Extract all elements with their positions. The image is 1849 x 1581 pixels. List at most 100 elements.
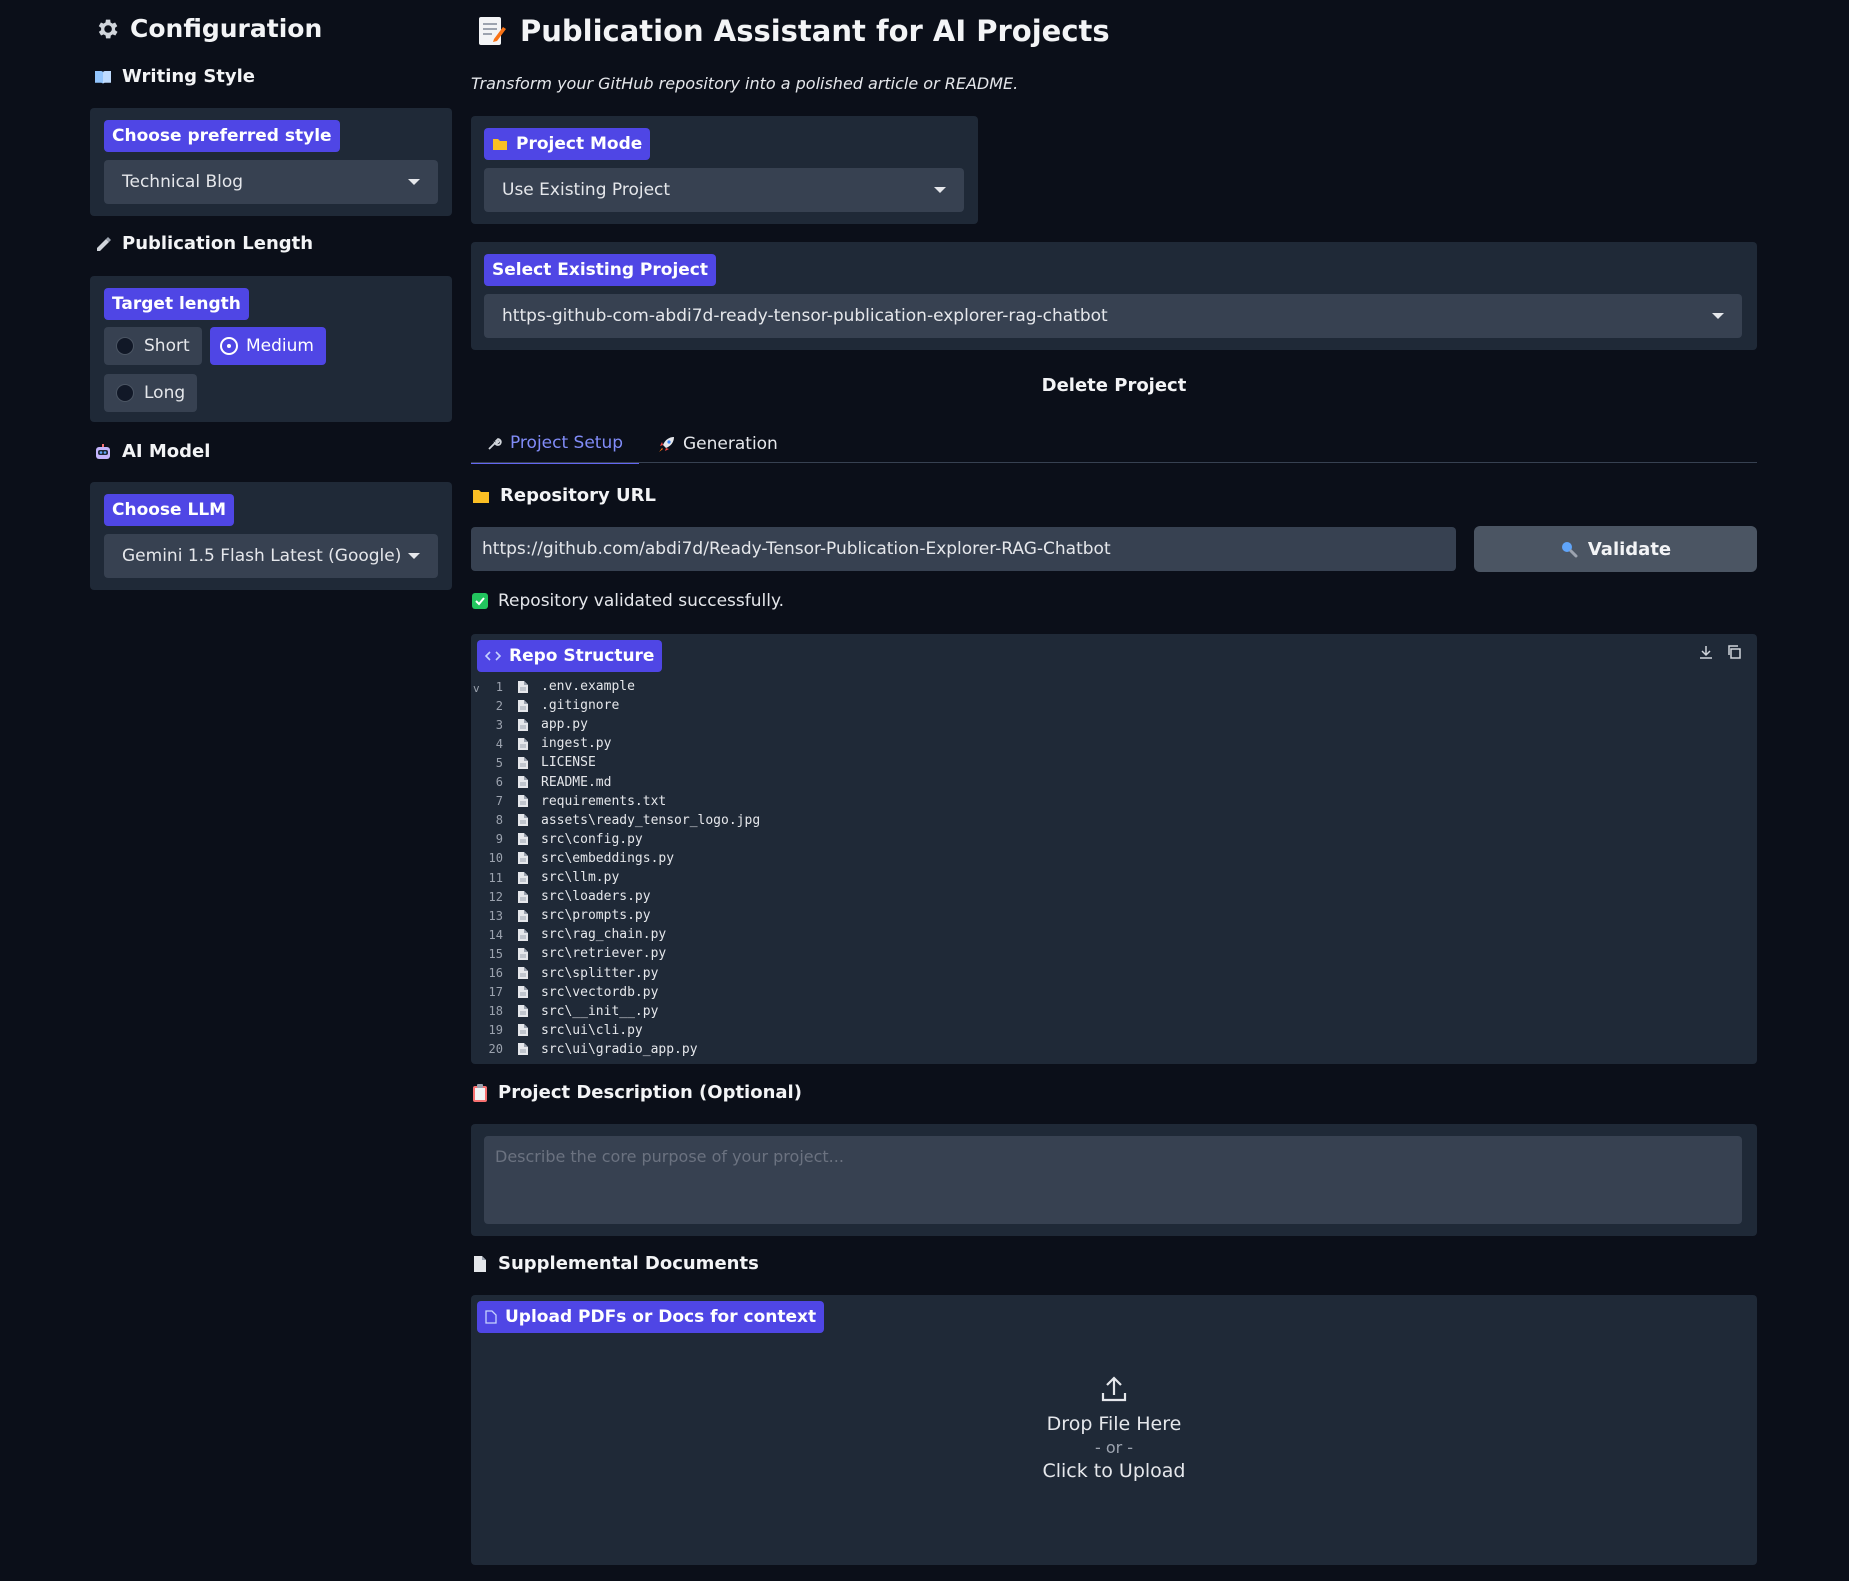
file-icon xyxy=(517,871,531,885)
code-line: 15 src\retriever.py xyxy=(471,944,667,963)
project-description-heading: Project Description (Optional) xyxy=(472,1082,802,1103)
file-path: src\ui\cli.py xyxy=(541,1022,643,1038)
existing-project-panel: Select Existing Project https-github-com… xyxy=(471,242,1757,350)
file-path: .env.example xyxy=(541,679,635,694)
supplemental-heading: Supplemental Documents xyxy=(472,1253,759,1274)
project-description-input[interactable] xyxy=(484,1136,1742,1224)
file-path: assets\ready_tensor_logo.jpg xyxy=(541,812,761,828)
file-path: src\prompts.py xyxy=(541,908,651,924)
code-line: 20 src\ui\gradio_app.py xyxy=(471,1040,698,1059)
file-icon xyxy=(517,851,531,865)
writing-style-value: Technical Blog xyxy=(122,172,244,192)
file-icon xyxy=(517,832,531,846)
project-mode-select[interactable]: Use Existing Project xyxy=(484,168,964,212)
tab-project-setup[interactable]: Project Setup xyxy=(471,424,639,464)
file-path: src\loaders.py xyxy=(541,889,651,905)
file-path: README.md xyxy=(541,774,612,790)
wrench-icon xyxy=(487,436,502,451)
download-icon[interactable] xyxy=(1698,644,1714,664)
line-number: 17 xyxy=(488,985,503,1000)
book-icon xyxy=(94,69,112,85)
file-path: src\rag_chain.py xyxy=(541,927,667,943)
writing-style-panel: Choose preferred style Technical Blog xyxy=(90,108,452,216)
tab-divider xyxy=(471,462,1757,463)
line-number: 16 xyxy=(488,966,503,980)
code-line: 3 app.py xyxy=(471,715,588,734)
file-path: src\vectordb.py xyxy=(541,984,659,1000)
drop-text: Drop File Here xyxy=(1046,1413,1182,1435)
code-line: 7 requirements.txt xyxy=(471,792,666,811)
ai-model-heading: AI Model xyxy=(94,441,210,462)
line-number: 15 xyxy=(488,946,503,961)
publication-length-panel: Target length Short Medium Long xyxy=(90,276,452,422)
file-icon xyxy=(517,966,531,980)
pencil-icon xyxy=(94,235,112,253)
code-line: 4 ingest.py xyxy=(471,734,612,753)
file-icon xyxy=(517,1042,531,1056)
upload-dropzone[interactable]: Drop File Here - or - Click to Upload xyxy=(471,1375,1757,1505)
length-option-long[interactable]: Long xyxy=(104,374,198,412)
code-line: 2 .gitignore xyxy=(471,696,620,715)
ai-model-panel: Choose LLM Gemini 1.5 Flash Latest (Goog… xyxy=(90,482,452,590)
file-path: LICENSE xyxy=(541,755,596,771)
page-title: Publication Assistant for AI Projects xyxy=(476,14,1110,48)
file-icon xyxy=(517,985,531,999)
line-number: 12 xyxy=(488,889,503,904)
writing-style-label: Choose preferred style xyxy=(104,120,340,152)
folder-icon xyxy=(492,137,508,151)
repository-url-input[interactable]: https://github.com/abdi7d/Ready-Tensor-P… xyxy=(471,527,1456,571)
line-number: 4 xyxy=(495,736,503,751)
code-line: 12 src\loaders.py xyxy=(471,887,651,906)
line-number: 8 xyxy=(495,813,503,828)
tab-generation[interactable]: Generation xyxy=(658,424,778,464)
file-path: src\retriever.py xyxy=(541,946,667,962)
validate-button[interactable]: Validate xyxy=(1474,526,1757,572)
chevron-down-icon xyxy=(408,179,420,185)
project-mode-label: Project Mode xyxy=(484,128,651,160)
repo-structure-code: 1 .env.example 2 .gitignore 3 app.py 4 ingest.p… xyxy=(471,677,1741,1057)
file-path: src\splitter.py xyxy=(541,965,659,981)
file-icon xyxy=(517,813,531,827)
publication-length-heading: Publication Length xyxy=(94,233,313,254)
length-option-medium[interactable]: Medium xyxy=(210,327,326,365)
folder-icon xyxy=(472,488,490,504)
repository-url-heading: Repository URL xyxy=(472,485,656,506)
line-number: 18 xyxy=(488,1004,503,1019)
code-line: 10 src\embeddings.py xyxy=(471,849,675,868)
memo-icon xyxy=(476,15,506,47)
code-line: 6 README.md xyxy=(471,773,612,792)
llm-value: Gemini 1.5 Flash Latest (Google) xyxy=(122,546,402,566)
file-icon xyxy=(517,699,531,713)
code-line: 8 assets\ready_tensor_logo.jpg xyxy=(471,811,760,830)
line-number: 10 xyxy=(488,851,503,866)
radio-selected-icon xyxy=(222,339,236,353)
line-number: 5 xyxy=(495,755,503,770)
file-path: src\__init__.py xyxy=(541,1003,659,1019)
file-path: .gitignore xyxy=(541,698,620,714)
code-line: 5 LICENSE xyxy=(471,753,596,772)
existing-project-select[interactable]: https-github-com-abdi7d-ready-tensor-pub… xyxy=(484,294,1742,338)
chevron-down-icon xyxy=(408,553,420,559)
repo-structure-label: Repo Structure xyxy=(477,640,663,672)
file-icon xyxy=(517,737,531,751)
clipboard-icon xyxy=(472,1083,488,1102)
choose-llm-label: Choose LLM xyxy=(104,494,235,526)
length-option-short[interactable]: Short xyxy=(104,327,202,365)
file-icon xyxy=(517,928,531,942)
line-number: 13 xyxy=(488,908,503,923)
line-number: 14 xyxy=(488,927,503,942)
delete-project-button[interactable]: Delete Project xyxy=(471,375,1757,396)
document-icon xyxy=(472,1255,488,1273)
or-text: - or - xyxy=(1094,1438,1134,1457)
target-length-label: Target length xyxy=(104,288,249,320)
line-number: 1 xyxy=(495,679,503,694)
copy-icon[interactable] xyxy=(1726,644,1742,664)
writing-style-select[interactable]: Technical Blog xyxy=(104,160,438,204)
project-mode-value: Use Existing Project xyxy=(502,180,671,200)
file-path: src\ui\gradio_app.py xyxy=(541,1041,698,1057)
llm-select[interactable]: Gemini 1.5 Flash Latest (Google) xyxy=(104,534,438,578)
check-icon xyxy=(472,593,488,609)
project-mode-panel: Project Mode Use Existing Project xyxy=(471,116,978,224)
magnifier-icon xyxy=(1560,540,1578,558)
line-number: 6 xyxy=(495,775,503,789)
